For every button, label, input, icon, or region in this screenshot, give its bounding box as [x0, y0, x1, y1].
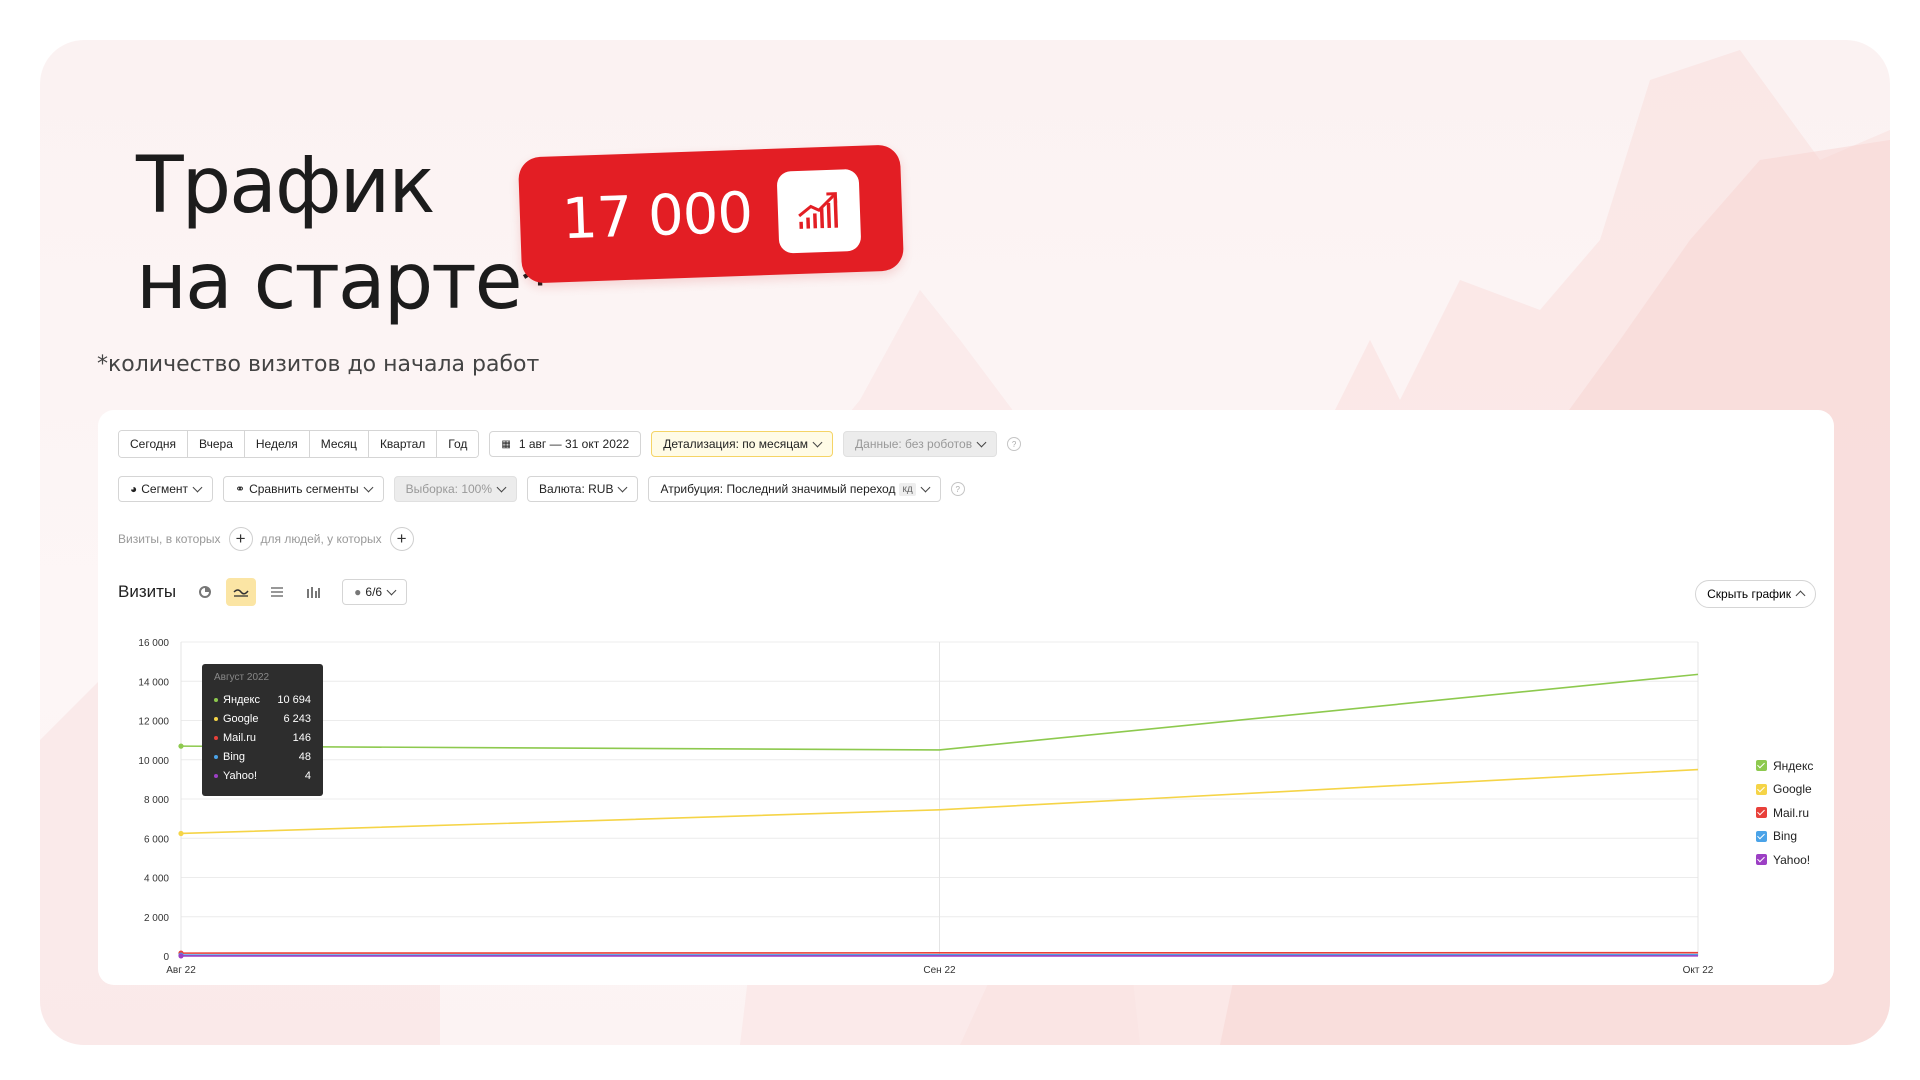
tooltip-row: Яндекс 10 694 [214, 690, 311, 709]
legend-item[interactable]: Яндекс [1756, 754, 1813, 778]
data-point [178, 953, 184, 959]
title-line-2: на старте* [136, 237, 560, 327]
legend-label: Яндекс [1773, 758, 1814, 773]
x-tick-label: Сен 22 [923, 965, 956, 976]
legend-label: Google [1773, 782, 1812, 797]
y-tick-label: 6 000 [144, 834, 169, 845]
tooltip-title: Август 2022 [214, 672, 270, 683]
tooltip-series-value: 6 243 [283, 712, 311, 725]
chart-series [178, 673, 1699, 959]
series-dot [214, 773, 218, 778]
traffic-badge: 17 000 [517, 144, 905, 284]
metrika-panel: Сегодня Вчера Неделя Месяц Квартал Год ▦… [98, 410, 1834, 985]
growth-chart-icon [776, 168, 862, 254]
x-axis-labels: Авг 22 Сен 22 Окт 22 [166, 965, 1714, 976]
y-tick-label: 14 000 [138, 677, 169, 688]
tooltip-series-name: Яндекс [223, 693, 260, 706]
traffic-value: 17 000 [560, 180, 754, 252]
chart-legend: Яндекс Google Mail.ru Bing Yahoo! [1756, 754, 1813, 872]
y-tick-label: 4 000 [144, 874, 169, 885]
x-tick-label: Авг 22 [166, 965, 196, 976]
legend-label: Yahoo! [1773, 852, 1811, 867]
tooltip-series-value: 4 [304, 769, 311, 782]
series-dot [214, 697, 218, 702]
series-dot [214, 754, 218, 759]
data-point [178, 830, 184, 837]
checkbox-icon [1756, 830, 1767, 842]
chart-tooltip: Август 2022 Яндекс 10 694 Google 6 243 M… [202, 664, 323, 796]
y-tick-label: 12 000 [138, 717, 169, 728]
data-point [178, 743, 184, 749]
legend-item[interactable]: Mail.ru [1756, 801, 1813, 825]
tooltip-series-name: Yahoo! [223, 769, 258, 782]
y-tick-label: 10 000 [138, 756, 169, 767]
tooltip-series-value: 146 [292, 731, 311, 744]
checkbox-icon [1756, 783, 1767, 795]
checkbox-icon [1756, 807, 1767, 819]
x-tick-label: Окт 22 [1683, 965, 1714, 976]
legend-item[interactable]: Yahoo! [1756, 848, 1813, 872]
tooltip-series-name: Mail.ru [223, 731, 257, 744]
checkbox-icon [1756, 760, 1767, 772]
tooltip-series-value: 10 694 [277, 693, 311, 706]
legend-item[interactable]: Bing [1756, 825, 1813, 849]
y-tick-label: 0 [163, 952, 169, 963]
title-line-1: Трафик [136, 141, 435, 231]
legend-item[interactable]: Google [1756, 778, 1813, 802]
page-title: Трафик на старте* [136, 138, 560, 330]
tooltip-row: Yahoo! 4 [214, 766, 311, 785]
tooltip-series-name: Google [223, 712, 259, 725]
checkbox-icon [1756, 854, 1767, 866]
tooltip-series-value: 48 [298, 750, 311, 763]
series-dot [214, 735, 218, 740]
tooltip-row: Mail.ru 146 [214, 728, 311, 747]
y-tick-label: 2 000 [144, 913, 169, 924]
footnote: *количество визитов до начала работ [97, 352, 540, 377]
visits-line-chart: 0 2 000 4 000 6 000 8 000 10 000 12 000 14 000 1… [138, 638, 1714, 976]
legend-label: Mail.ru [1773, 805, 1810, 820]
tooltip-series-name: Bing [223, 750, 246, 763]
chart-grid [180, 641, 1699, 957]
series-dot [214, 716, 218, 721]
y-tick-label: 16 000 [138, 638, 169, 649]
tooltip-row: Bing 48 [214, 747, 311, 766]
legend-label: Bing [1773, 829, 1798, 844]
y-tick-label: 8 000 [144, 795, 169, 806]
tooltip-row: Google 6 243 [214, 709, 311, 728]
y-axis-labels: 0 2 000 4 000 6 000 8 000 10 000 12 000 14 000 1… [138, 638, 169, 963]
